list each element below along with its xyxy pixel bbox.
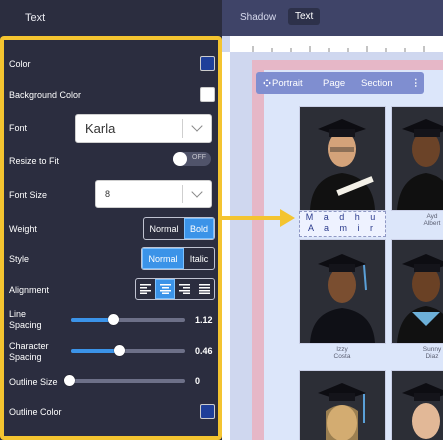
slider-thumb[interactable] bbox=[113, 345, 125, 356]
resize-label: Resize to Fit bbox=[9, 156, 60, 166]
color-swatch[interactable] bbox=[200, 56, 215, 71]
alignment-toggle bbox=[135, 278, 215, 300]
panel-header: Text bbox=[0, 0, 222, 36]
ruler-vertical bbox=[222, 52, 230, 440]
bg-color-swatch[interactable] bbox=[200, 87, 215, 102]
toggle-state: OFF bbox=[192, 154, 206, 161]
annotation-arrow bbox=[222, 216, 282, 220]
toggle-knob bbox=[173, 152, 187, 166]
style-normal-button[interactable]: Normal bbox=[142, 248, 184, 269]
tab-shadow[interactable]: Shadow bbox=[240, 12, 276, 23]
align-right-icon[interactable] bbox=[175, 279, 194, 299]
font-size-select[interactable]: 8 bbox=[95, 180, 212, 208]
char-spacing-label-1: Character bbox=[9, 341, 49, 351]
style-toggle: Normal Italic bbox=[141, 247, 215, 270]
line-spacing-slider[interactable] bbox=[71, 314, 185, 325]
font-label: Font bbox=[9, 123, 28, 133]
page-toolbar: Portrait Page Section ⋮ bbox=[256, 72, 424, 94]
toolbar-page[interactable]: Page bbox=[323, 78, 345, 89]
chevron-down-icon bbox=[191, 186, 203, 198]
caption: Ayd Albert bbox=[417, 213, 443, 227]
outline-size-slider[interactable] bbox=[64, 375, 185, 386]
char-spacing-slider[interactable] bbox=[71, 345, 185, 356]
char-spacing-value: 0.46 bbox=[195, 346, 213, 356]
ruler-horizontal bbox=[230, 36, 443, 52]
panel-title: Text bbox=[25, 12, 46, 24]
caption-first: Sunny bbox=[422, 346, 442, 353]
weight-label: Weight bbox=[9, 224, 37, 234]
design-canvas[interactable]: Portrait Page Section ⋮ Ayd Albert M a d … bbox=[222, 36, 443, 440]
caption: Sunny Diaz bbox=[417, 346, 443, 360]
font-select[interactable]: Karla bbox=[75, 114, 212, 143]
weight-toggle: Normal Bold bbox=[143, 217, 215, 240]
outline-color-label: Outline Color bbox=[9, 407, 62, 417]
slider-thumb[interactable] bbox=[108, 314, 120, 325]
caption-last: Albert bbox=[423, 220, 441, 227]
line-spacing-label-1: Line bbox=[9, 309, 27, 319]
properties-tabbar: Shadow Text bbox=[222, 0, 443, 36]
font-size-value: 8 bbox=[105, 189, 111, 199]
align-center-icon[interactable] bbox=[155, 279, 175, 299]
font-value: Karla bbox=[85, 121, 116, 136]
bg-color-label: Background Color bbox=[9, 90, 82, 100]
color-label: Color bbox=[9, 59, 31, 69]
name-line-1: M a d h u bbox=[305, 212, 380, 222]
annotation-arrow-head bbox=[280, 209, 295, 227]
more-icon[interactable]: ⋮ bbox=[411, 78, 421, 89]
portrait-photo[interactable] bbox=[391, 239, 443, 344]
slider-thumb[interactable] bbox=[64, 375, 75, 386]
resize-toggle[interactable]: OFF bbox=[173, 152, 211, 166]
text-properties-panel: Color Background Color Font Karla Resize… bbox=[0, 36, 222, 440]
name-line-2: A a m i r bbox=[307, 223, 377, 233]
style-italic-button[interactable]: Italic bbox=[184, 248, 214, 269]
portrait-photo[interactable] bbox=[391, 370, 443, 440]
caption-last: Costa bbox=[333, 353, 351, 360]
selected-name-textbox[interactable]: M a d h u A a m i r bbox=[299, 211, 386, 237]
chevron-down-icon bbox=[191, 120, 203, 132]
align-left-icon[interactable] bbox=[136, 279, 155, 299]
alignment-label: Alignment bbox=[9, 285, 50, 295]
toolbar-section[interactable]: Section bbox=[361, 78, 393, 89]
caption-last: Diaz bbox=[425, 353, 439, 360]
caption-first: Ayd bbox=[426, 213, 438, 220]
weight-bold-button[interactable]: Bold bbox=[184, 218, 214, 239]
toolbar-portrait[interactable]: Portrait bbox=[272, 78, 303, 89]
outline-size-label: Outline Size bbox=[9, 377, 58, 387]
font-size-label: Font Size bbox=[9, 190, 48, 200]
tab-text[interactable]: Text bbox=[288, 8, 321, 25]
outline-color-swatch[interactable] bbox=[200, 404, 215, 419]
char-spacing-label-2: Spacing bbox=[9, 352, 42, 362]
portrait-photo[interactable] bbox=[391, 106, 443, 211]
weight-normal-button[interactable]: Normal bbox=[144, 218, 184, 239]
move-icon[interactable] bbox=[263, 79, 271, 87]
caption: Izzy Costa bbox=[327, 346, 357, 360]
align-justify-icon[interactable] bbox=[194, 279, 214, 299]
line-spacing-label-2: Spacing bbox=[9, 320, 42, 330]
outline-size-value: 0 bbox=[195, 376, 201, 386]
style-label: Style bbox=[9, 254, 30, 264]
line-spacing-value: 1.12 bbox=[195, 315, 213, 325]
caption-first: Izzy bbox=[336, 346, 348, 353]
portrait-photo[interactable] bbox=[299, 106, 386, 211]
portrait-photo[interactable] bbox=[299, 239, 386, 344]
portrait-photo[interactable] bbox=[299, 370, 386, 440]
